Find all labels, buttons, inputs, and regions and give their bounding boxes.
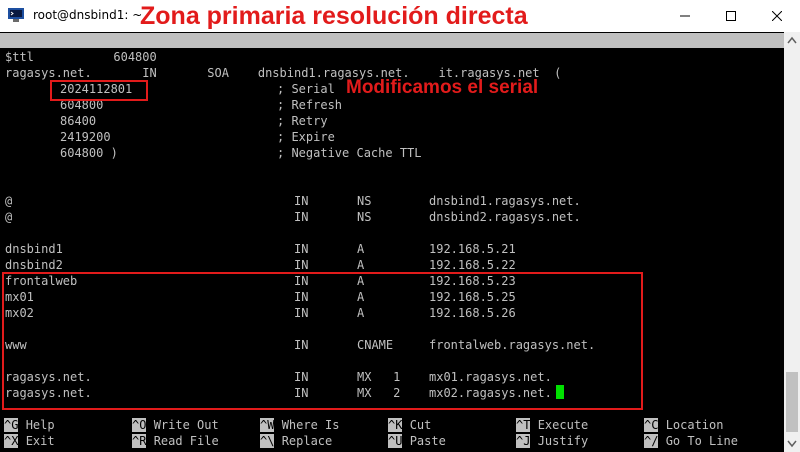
help-shortcut[interactable]: ^R Read File [132,433,219,449]
shortcut-key: ^\ [260,434,275,448]
shortcut-label: Write Out [153,418,219,432]
shortcut-label: Paste [409,434,446,448]
help-shortcut[interactable]: ^O Write Out [132,417,219,433]
shortcut-label: Justify [537,434,589,448]
help-shortcut[interactable]: ^\ Replace [260,433,332,449]
shortcut-key: ^X [4,434,19,448]
nano-header-bar: GNU nano 7.2 /var/lib/bind/db.ragasys.ne… [0,33,784,77]
record-value: dnsbind1.ragasys.net. [429,194,581,208]
help-shortcut[interactable]: ^/ Go To Line [644,433,738,449]
serial-annotation: Modificamos el serial [346,77,539,98]
shortcut-label: Replace [281,434,333,448]
record-type: NS [357,194,372,208]
shortcut-label: Help [25,418,55,432]
minimize-icon [680,15,690,17]
record-value: 192.168.5.21 [429,242,516,256]
record-name: @ [5,210,13,224]
overlay-title: Zona primaria resolución directa [140,2,528,30]
serial-comment: ; Serial [277,82,335,96]
scroll-up-arrow-icon[interactable] [787,36,797,44]
shortcut-label: Location [665,418,724,432]
putty-app-icon [8,8,24,22]
shortcut-key: ^J [516,434,531,448]
maximize-button[interactable] [708,0,754,32]
shortcut-key: ^R [132,434,147,448]
help-shortcut[interactable]: ^G Help [4,417,55,433]
shortcut-key: ^K [388,418,403,432]
vertical-scrollbar[interactable] [784,32,800,452]
negcache-comment: ; Negative Cache TTL [277,146,422,160]
refresh-comment: ; Refresh [277,98,343,112]
help-shortcut[interactable]: ^U Paste [388,433,446,449]
window-title: root@dnsbind1: ~ [33,8,143,22]
scrollbar-thumb[interactable] [786,372,798,432]
record-type: A [357,258,365,272]
record-class: IN [294,242,309,256]
help-shortcut[interactable]: ^T Execute [516,417,588,433]
help-shortcut[interactable]: ^X Exit [4,433,55,449]
window-titlebar: root@dnsbind1: ~ Zona primaria resolució… [0,0,800,33]
shortcut-label: Where Is [281,418,340,432]
shortcut-key: ^U [388,434,403,448]
record-name: dnsbind1 [5,242,63,256]
help-shortcut[interactable]: ^J Justify [516,433,588,449]
shortcut-label: Go To Line [665,434,738,448]
shortcut-label: Exit [25,434,55,448]
retry-comment: ; Retry [277,114,328,128]
expire-comment: ; Expire [277,130,335,144]
record-line: @ IN NS dnsbind1.ragasys.net. [5,193,784,209]
record-name: dnsbind2 [5,258,63,272]
close-icon [772,11,782,21]
scroll-down-arrow-icon[interactable] [787,440,797,448]
help-shortcut[interactable]: ^W Where Is [260,417,339,433]
terminal-area[interactable]: GNU nano 7.2 /var/lib/bind/db.ragasys.ne… [0,32,784,452]
record-class: IN [294,194,309,208]
record-type: NS [357,210,372,224]
shortcut-key: ^W [260,418,275,432]
retry-value: 86400 [60,114,97,128]
shortcut-key: ^T [516,418,531,432]
record-class: IN [294,258,309,272]
shortcut-key: ^C [644,418,659,432]
record-line: @ IN NS dnsbind2.ragasys.net. [5,209,784,225]
negcache-value: 604800 ) [60,146,118,160]
maximize-icon [726,11,736,21]
record-class: IN [294,210,309,224]
shortcut-label: Read File [153,434,219,448]
record-line: dnsbind1 IN A 192.168.5.21 [5,241,784,257]
close-button[interactable] [754,0,800,32]
shortcut-key: ^/ [644,434,659,448]
minimize-button[interactable] [662,0,708,32]
records-highlight-box [2,272,643,410]
record-line: dnsbind2 IN A 192.168.5.22 [5,257,784,273]
help-shortcut[interactable]: ^K Cut [388,417,431,433]
record-value: 192.168.5.22 [429,258,516,272]
record-value: dnsbind2.ragasys.net. [429,210,581,224]
shortcut-label: Cut [409,418,432,432]
ttl-line: $ttl 604800 [5,50,157,64]
shortcut-key: ^O [132,418,147,432]
record-name: @ [5,194,13,208]
shortcut-key: ^G [4,418,19,432]
expire-value: 2419200 [60,130,111,144]
record-type: A [357,242,365,256]
help-shortcut[interactable]: ^C Location [644,417,723,433]
serial-highlight-box [50,80,148,101]
shortcut-label: Execute [537,418,589,432]
